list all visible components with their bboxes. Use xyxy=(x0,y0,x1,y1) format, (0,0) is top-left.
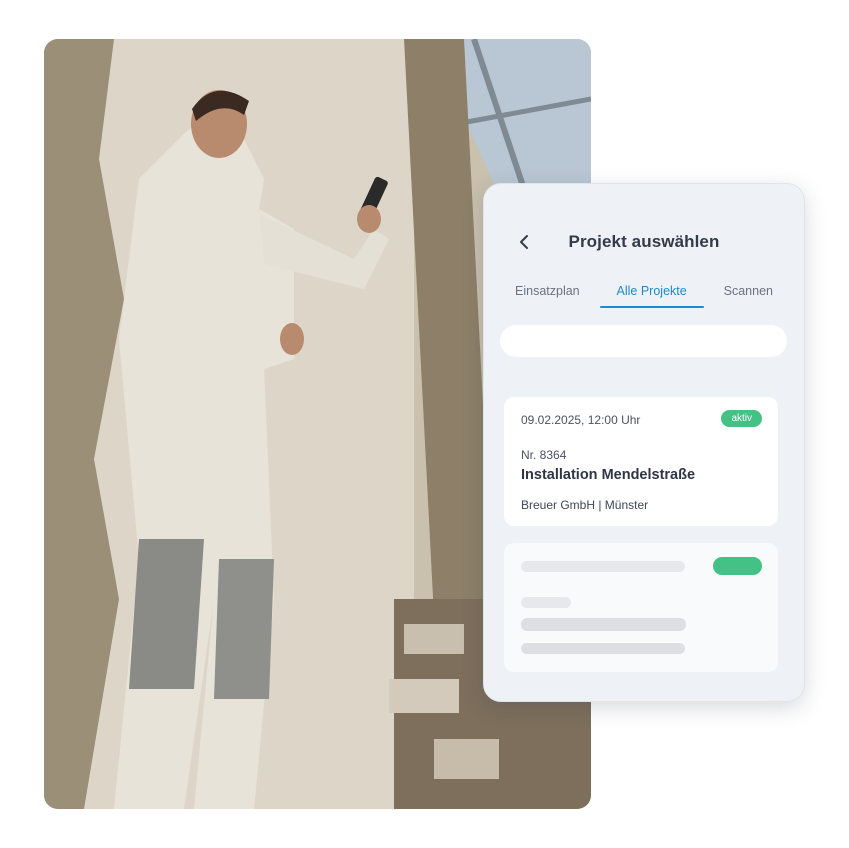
project-company: Breuer GmbH | Münster xyxy=(521,498,649,512)
project-card[interactable]: 09.02.2025, 12:00 Uhr aktiv Nr. 8364 Ins… xyxy=(504,397,778,526)
skeleton-status-badge xyxy=(713,557,762,575)
project-card-placeholder xyxy=(504,543,778,672)
screen-header: Projekt auswählen xyxy=(484,224,804,264)
tab-scannen[interactable]: Scannen xyxy=(707,280,790,308)
page-title: Projekt auswählen xyxy=(568,232,720,251)
status-badge: aktiv xyxy=(721,410,762,427)
tab-alle-projekte[interactable]: Alle Projekte xyxy=(599,280,704,308)
project-name: Installation Mendelstraße xyxy=(521,467,696,483)
phone-screen: Projekt auswählen Einsatzplan Alle Proje… xyxy=(483,183,805,702)
search-input[interactable] xyxy=(500,325,787,357)
tab-bar: Einsatzplan Alle Projekte Scannen xyxy=(498,280,790,308)
skeleton-date xyxy=(521,561,685,572)
skeleton-name xyxy=(521,618,686,631)
skeleton-company xyxy=(521,643,685,654)
skeleton-number xyxy=(521,597,571,608)
tab-einsatzplan[interactable]: Einsatzplan xyxy=(498,280,597,308)
canvas: Projekt auswählen Einsatzplan Alle Proje… xyxy=(0,0,849,848)
project-date: 09.02.2025, 12:00 Uhr xyxy=(521,413,641,427)
project-number: Nr. 8364 xyxy=(521,448,567,462)
